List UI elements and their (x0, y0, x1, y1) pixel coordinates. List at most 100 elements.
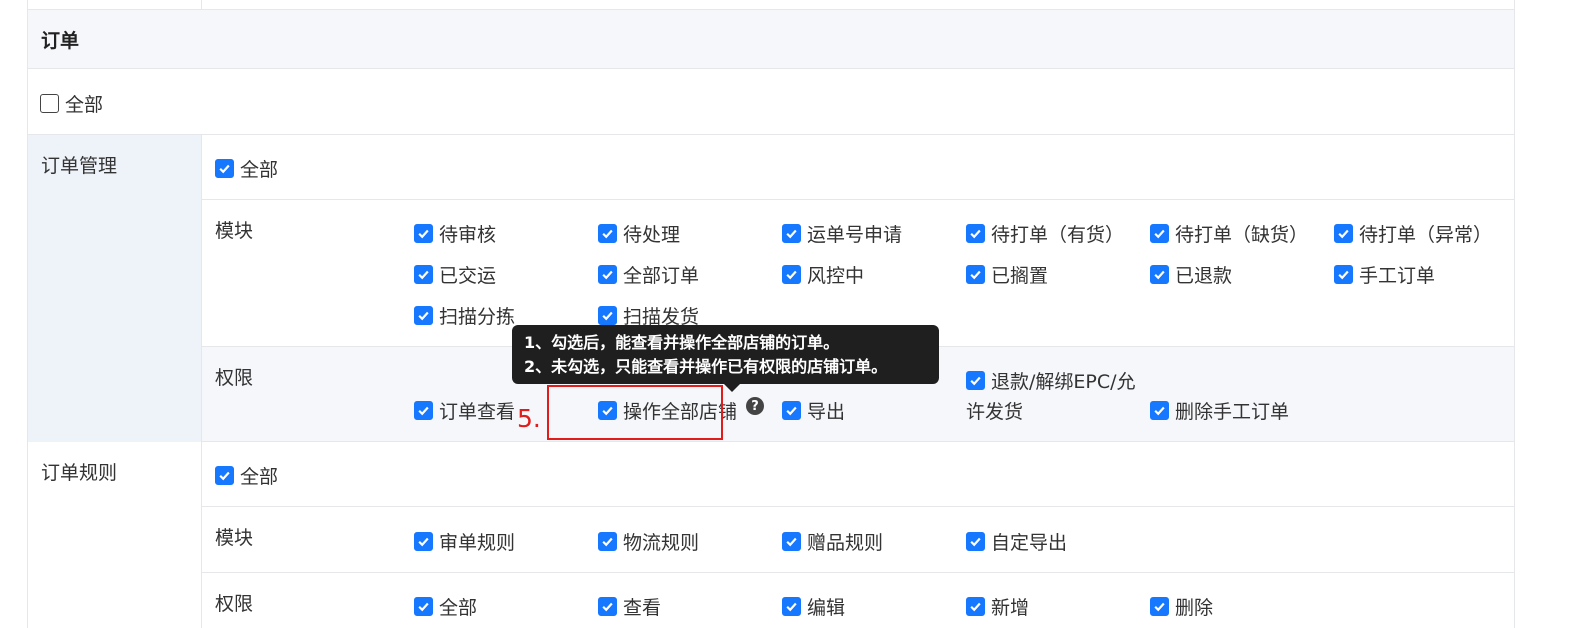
annotation-step-number: 5. (517, 404, 541, 433)
group-order-rules-permission-row: 权限 全部 查看 编辑 新增 删除 (202, 573, 1514, 628)
section-all-row: 全部 (28, 69, 1514, 135)
checkbox-label: 自定导出 (991, 532, 1068, 554)
group-order-management: 订单管理 (28, 135, 202, 442)
section-all-label: 全部 (65, 94, 104, 116)
checkbox-item[interactable]: 新增 (966, 593, 1029, 620)
checkbox-checked-icon[interactable] (598, 224, 617, 243)
checkbox-item[interactable]: 已搁置 (966, 261, 1048, 288)
checkbox-label: 全部 (439, 597, 478, 619)
section-header: 订单 (28, 10, 1514, 69)
checkbox-item[interactable]: 风控中 (782, 261, 864, 288)
perm-label: 订单查看 (439, 401, 516, 423)
checkbox-item[interactable]: 手工订单 (1334, 261, 1435, 288)
group-label: 订单管理 (41, 155, 118, 177)
checkbox-checked-icon[interactable] (414, 224, 433, 243)
perm-export-checkbox[interactable]: 导出 (782, 397, 845, 424)
checkbox-label: 扫描分拣 (439, 306, 516, 328)
module-label: 模块 (215, 527, 254, 549)
checkbox-label: 编辑 (807, 597, 846, 619)
checkbox-item[interactable]: 运单号申请 (782, 220, 902, 247)
perm-delete-manual-checkbox[interactable]: 删除手工订单 (1150, 397, 1289, 424)
checkbox-item[interactable]: 删除 (1150, 593, 1213, 620)
group-order-rules-module-row: 模块 审单规则 物流规则 赠品规则 自定导出 (202, 507, 1514, 573)
checkbox-checked-icon[interactable] (414, 532, 433, 551)
tooltip-arrow (724, 384, 740, 392)
checkbox-checked-icon[interactable] (966, 371, 985, 390)
checkbox-label: 待打单（缺货） (1175, 224, 1309, 246)
checkbox-checked-icon[interactable] (782, 224, 801, 243)
checkbox-item[interactable]: 物流规则 (598, 528, 699, 555)
permission-label: 权限 (215, 367, 254, 389)
checkbox-item[interactable]: 已交运 (414, 261, 496, 288)
tooltip: 1、勾选后，能查看并操作全部店铺的订单。 2、未勾选，只能查看并操作已有权限的店… (512, 325, 939, 392)
checkbox-label: 待打单（异常） (1359, 224, 1493, 246)
checkbox-item[interactable]: 查看 (598, 593, 661, 620)
checkbox-checked-icon[interactable] (782, 597, 801, 616)
checkbox-unchecked-icon[interactable] (40, 94, 59, 113)
checkbox-item[interactable]: 待打单（有货） (966, 220, 1124, 247)
checkbox-label: 审单规则 (439, 532, 516, 554)
checkbox-item[interactable]: 编辑 (782, 593, 845, 620)
checkbox-checked-icon[interactable] (966, 265, 985, 284)
checkbox-label: 风控中 (807, 265, 865, 287)
checkbox-checked-icon[interactable] (598, 597, 617, 616)
checkbox-item[interactable]: 自定导出 (966, 528, 1067, 555)
checkbox-label: 运单号申请 (807, 224, 903, 246)
checkbox-checked-icon[interactable] (1150, 265, 1169, 284)
question-circle-icon[interactable]: ? (746, 397, 764, 415)
checkbox-checked-icon[interactable] (1150, 224, 1169, 243)
checkbox-label: 待审核 (439, 224, 497, 246)
checkbox-checked-icon[interactable] (782, 401, 801, 420)
checkbox-checked-icon[interactable] (1150, 597, 1169, 616)
checkbox-label: 待打单（有货） (991, 224, 1125, 246)
annotation-highlight-box (547, 385, 723, 440)
checkbox-item[interactable]: 待打单（缺货） (1150, 220, 1308, 247)
checkbox-item[interactable]: 待审核 (414, 220, 496, 247)
checkbox-label: 赠品规则 (807, 532, 884, 554)
checkbox-checked-icon[interactable] (782, 532, 801, 551)
checkbox-item[interactable]: 待处理 (598, 220, 680, 247)
checkbox-checked-icon[interactable] (598, 265, 617, 284)
perm-refund-checkbox[interactable]: 退款/解绑EPC/允 (966, 367, 1136, 394)
top-strip-cell (28, 0, 202, 10)
checkbox-item[interactable]: 审单规则 (414, 528, 515, 555)
checkbox-label: 查看 (623, 597, 662, 619)
checkbox-checked-icon[interactable] (966, 224, 985, 243)
checkbox-checked-icon[interactable] (414, 265, 433, 284)
checkbox-checked-icon[interactable] (215, 159, 234, 178)
order-rules-all-checkbox[interactable]: 全部 (215, 462, 278, 489)
perm-order-view-checkbox[interactable]: 订单查看 (414, 397, 515, 424)
checkbox-checked-icon[interactable] (598, 306, 617, 325)
group-label: 订单规则 (41, 462, 118, 484)
checkbox-checked-icon[interactable] (414, 401, 433, 420)
perm-refund-label-wrap: 许发货 (966, 401, 1024, 423)
checkbox-checked-icon[interactable] (414, 597, 433, 616)
checkbox-checked-icon[interactable] (414, 306, 433, 325)
perm-label: 退款/解绑EPC/允 (991, 371, 1136, 393)
checkbox-item[interactable]: 待打单（异常） (1334, 220, 1492, 247)
checkbox-checked-icon[interactable] (1150, 401, 1169, 420)
checkbox-checked-icon[interactable] (782, 265, 801, 284)
group-order-rules-all-row: 全部 (202, 442, 1514, 507)
all-label: 全部 (240, 159, 279, 181)
permissions-panel: 订单 全部 订单管理 全部 模块 待审核 待处理 运单号申请 待打单（有货） 待打单（缺… (27, 0, 1515, 628)
tooltip-line-1: 1、勾选后，能查看并操作全部店铺的订单。 (524, 333, 840, 352)
checkbox-checked-icon[interactable] (598, 532, 617, 551)
checkbox-checked-icon[interactable] (966, 597, 985, 616)
group-order-management-all-row: 全部 (202, 135, 1514, 200)
section-all-checkbox[interactable]: 全部 (40, 90, 103, 117)
checkbox-checked-icon[interactable] (215, 466, 234, 485)
checkbox-item[interactable]: 全部 (414, 593, 477, 620)
checkbox-item[interactable]: 已退款 (1150, 261, 1232, 288)
checkbox-item[interactable]: 赠品规则 (782, 528, 883, 555)
checkbox-label: 手工订单 (1359, 265, 1436, 287)
checkbox-checked-icon[interactable] (1334, 224, 1353, 243)
checkbox-checked-icon[interactable] (1334, 265, 1353, 284)
tooltip-line-2: 2、未勾选，只能查看并操作已有权限的店铺订单。 (524, 357, 888, 376)
checkbox-item[interactable]: 扫描分拣 (414, 302, 515, 329)
order-management-all-checkbox[interactable]: 全部 (215, 155, 278, 182)
all-label: 全部 (240, 466, 279, 488)
permission-label: 权限 (215, 593, 254, 615)
checkbox-checked-icon[interactable] (966, 532, 985, 551)
checkbox-item[interactable]: 全部订单 (598, 261, 699, 288)
